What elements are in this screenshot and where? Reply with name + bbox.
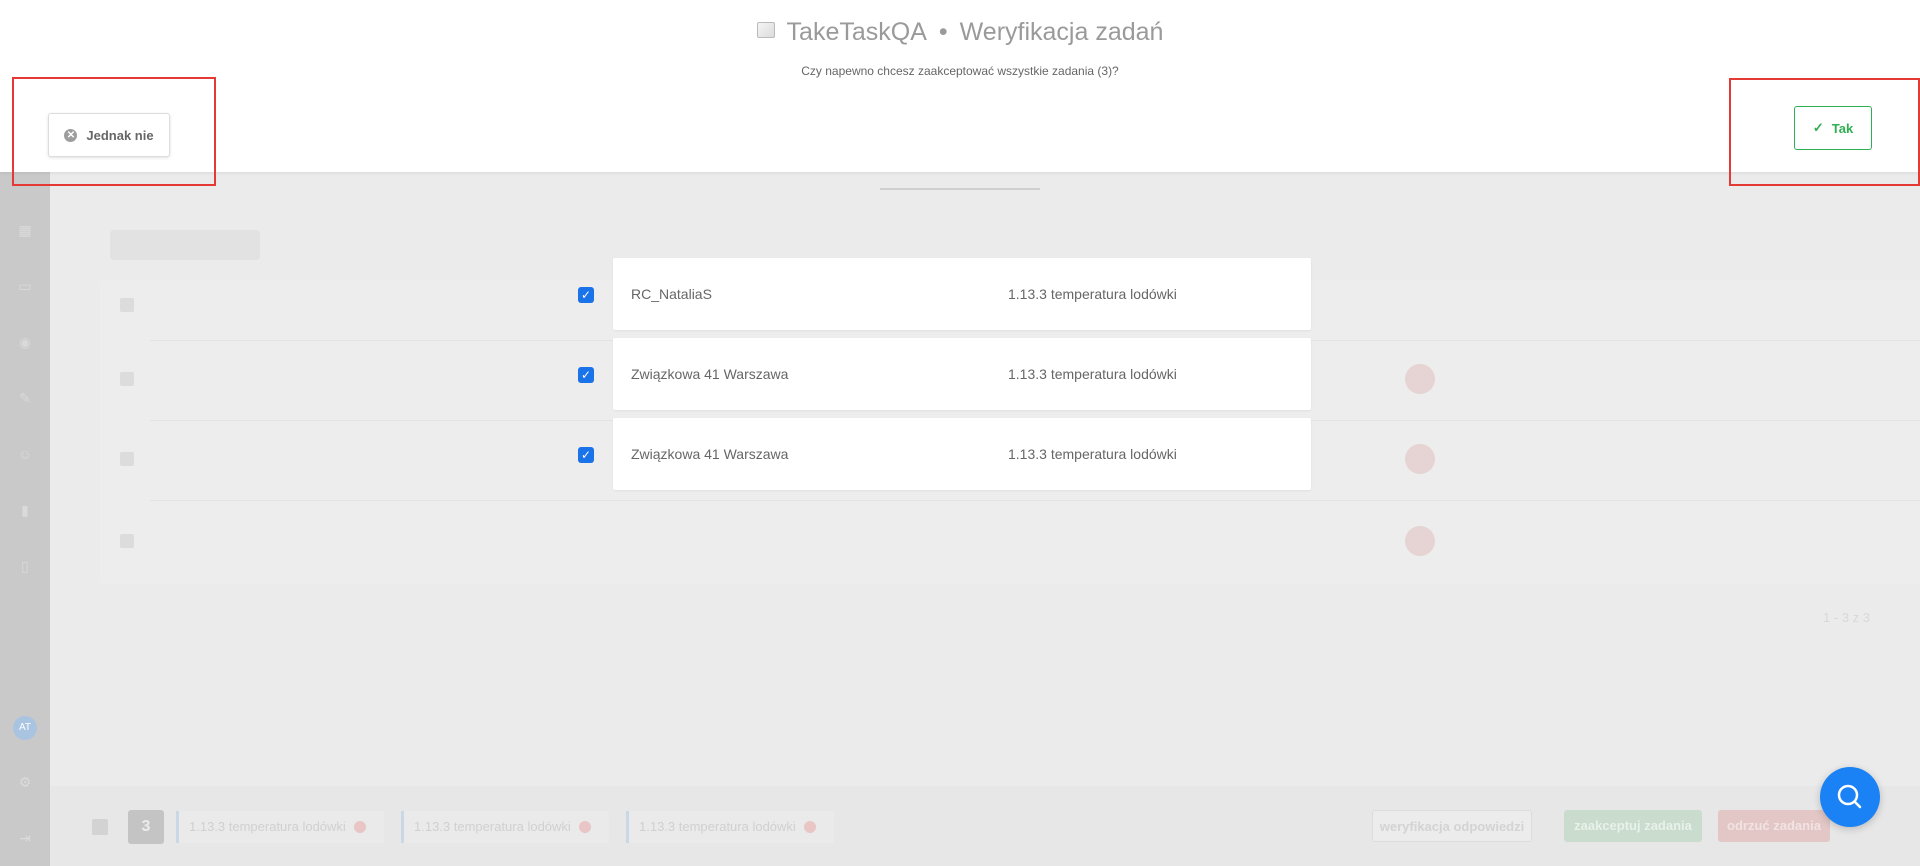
cancel-button[interactable]: ✕ Jednak nie — [48, 113, 170, 157]
task-checkbox[interactable]: ✓ — [578, 447, 594, 463]
confirm-button-label: Tak — [1831, 120, 1854, 136]
selected-task-tag: 1.13.3 temperatura lodówki — [626, 811, 834, 843]
row-checkbox — [120, 452, 134, 466]
dashboard-icon: ▦ — [18, 222, 32, 238]
task-row: ✓ RC_NataliaS 1.13.3 temperatura lodówki — [578, 258, 1311, 330]
confirmation-question: Czy napewno chcesz zaakceptować wszystki… — [801, 64, 1119, 78]
confirmation-modal-header: TakeTaskQA • Weryfikacja zadań Czy napewno… — [0, 0, 1920, 172]
selection-count: 3 — [128, 810, 164, 844]
tasks-icon: ✎ — [19, 390, 31, 406]
task-name: 1.13.3 temperatura lodówki — [1008, 366, 1177, 382]
pagination-info: 1 - 3 z 3 — [1823, 610, 1870, 625]
active-tab-indicator — [880, 188, 1040, 190]
reject-tasks-button: odrzuć zadania — [1718, 810, 1830, 842]
task-card: RC_NataliaS 1.13.3 temperatura lodówki — [613, 258, 1311, 330]
task-checkbox[interactable]: ✓ — [578, 287, 594, 303]
selected-task-tag: 1.13.3 temperatura lodówki — [401, 811, 609, 843]
selection-bar: 3 1.13.3 temperatura lodówki 1.13.3 temp… — [50, 786, 1920, 866]
task-card: Związkowa 41 Warszawa 1.13.3 temperatura… — [613, 418, 1311, 490]
selected-task-tag-label: 1.13.3 temperatura lodówki — [189, 819, 346, 834]
selection-checkbox — [92, 819, 108, 835]
check-icon: ✓ — [1812, 120, 1824, 135]
modal-title: TakeTaskQA • Weryfikacja zadań — [0, 18, 1920, 47]
accept-tasks-button: zaakceptuj zadania — [1564, 810, 1702, 842]
selected-task-tag-label: 1.13.3 temperatura lodówki — [414, 819, 571, 834]
reports-icon: ▮ — [21, 502, 29, 518]
filter-chip — [110, 230, 260, 260]
task-row: ✓ Związkowa 41 Warszawa 1.13.3 temperatu… — [578, 338, 1311, 410]
task-row: ✓ Związkowa 41 Warszawa 1.13.3 temperatu… — [578, 418, 1311, 490]
task-name: 1.13.3 temperatura lodówki — [1008, 446, 1177, 462]
settings-icon: ⚙ — [18, 774, 32, 790]
select-all-checkbox — [120, 298, 134, 312]
title-separator: • — [938, 18, 948, 46]
clipboard-icon: ▯ — [21, 558, 29, 574]
page-title: Weryfikacja zadań — [959, 18, 1164, 46]
users-icon: ☺ — [17, 446, 33, 462]
row-avatar — [1405, 364, 1435, 394]
row-checkbox — [120, 534, 134, 548]
search-icon — [1837, 784, 1862, 809]
cancel-button-label: Jednak nie — [86, 127, 154, 143]
remove-tag-icon — [354, 821, 366, 833]
task-card: Związkowa 41 Warszawa 1.13.3 temperatura… — [613, 338, 1311, 410]
logout-icon: ⇥ — [19, 830, 31, 846]
app-name: TakeTaskQA — [786, 18, 927, 46]
row-avatar — [1405, 444, 1435, 474]
task-name: 1.13.3 temperatura lodówki — [1008, 286, 1177, 302]
task-location: Związkowa 41 Warszawa — [631, 446, 789, 462]
circle-x-icon: ✕ — [64, 128, 78, 142]
remove-tag-icon — [804, 821, 816, 833]
selected-task-tag: 1.13.3 temperatura lodówki — [176, 811, 384, 843]
task-checkbox[interactable]: ✓ — [578, 367, 594, 383]
row-avatar — [1405, 526, 1435, 556]
remove-tag-icon — [579, 821, 591, 833]
user-avatar: AT — [13, 716, 37, 740]
task-location: RC_NataliaS — [631, 286, 712, 302]
broken-logo-image — [756, 22, 775, 39]
location-icon: ◉ — [18, 334, 32, 350]
confirm-button[interactable]: ✓ Tak — [1794, 106, 1872, 150]
task-location: Związkowa 41 Warszawa — [631, 366, 789, 382]
help-search-button[interactable] — [1820, 767, 1880, 827]
row-divider — [150, 500, 1920, 501]
ticket-icon: ▭ — [18, 278, 32, 294]
selected-task-tag-label: 1.13.3 temperatura lodówki — [639, 819, 796, 834]
verify-answers-button: weryfikacja odpowiedzi — [1372, 810, 1532, 842]
row-checkbox — [120, 372, 134, 386]
